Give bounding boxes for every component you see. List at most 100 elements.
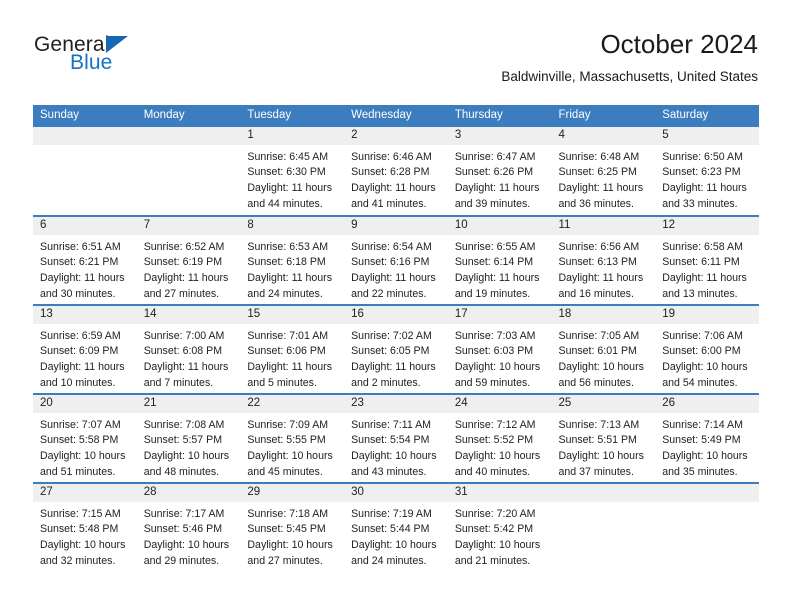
daylight-text-line2: and 21 minutes.: [454, 555, 531, 568]
day-details: Sunrise: 6:55 AM Sunset: 6:14 PM Daylight:…: [448, 235, 552, 304]
calendar-day-cell[interactable]: 21 Sunrise: 7:08 AM Sunset: 5:57 PM Dayligh…: [136, 392, 241, 483]
day-details: Sunrise: 6:45 AM Sunset: 6:30 PM Daylight:…: [240, 145, 344, 214]
day-cell-inner: 3 Sunrise: 6:47 AM Sunset: 6:26 PM Daylight…: [447, 126, 552, 215]
calendar-day-cell[interactable]: [33, 126, 137, 216]
sunset-text: Sunset: 5:44 PM: [351, 523, 430, 536]
sunset-text: Sunset: 6:21 PM: [40, 256, 119, 269]
calendar-day-cell[interactable]: 29 Sunrise: 7:18 AM Sunset: 5:45 PM Dayligh…: [240, 481, 345, 572]
calendar-day-cell[interactable]: [551, 481, 656, 572]
calendar-day-cell[interactable]: [136, 126, 241, 216]
calendar-day-cell[interactable]: 8 Sunrise: 6:53 AM Sunset: 6:18 PM Daylight…: [240, 214, 345, 305]
daylight-text-line1: Daylight: 11 hours: [351, 361, 436, 374]
day-number: 24: [447, 394, 552, 413]
daylight-text-line1: Daylight: 10 hours: [662, 361, 748, 374]
general-blue-logo[interactable]: General Blue: [34, 34, 129, 73]
calendar-day-cell[interactable]: 22 Sunrise: 7:09 AM Sunset: 5:55 PM Dayligh…: [240, 392, 345, 483]
sunset-text: Sunset: 6:03 PM: [454, 345, 534, 358]
calendar-day-cell[interactable]: 4 Sunrise: 6:48 AM Sunset: 6:25 PM Daylight…: [551, 126, 656, 216]
day-details: Sunrise: 6:48 AM Sunset: 6:25 PM Daylight:…: [552, 145, 656, 214]
daylight-text-line1: Daylight: 10 hours: [558, 361, 644, 374]
calendar-day-cell[interactable]: 14 Sunrise: 7:00 AM Sunset: 6:08 PM Dayligh…: [136, 303, 241, 394]
calendar-day-cell[interactable]: 9 Sunrise: 6:54 AM Sunset: 6:16 PM Daylight…: [344, 214, 448, 305]
calendar-day-cell[interactable]: 19 Sunrise: 7:06 AM Sunset: 6:00 PM Dayligh…: [655, 303, 759, 394]
day-cell-inner: 11 Sunrise: 6:56 AM Sunset: 6:13 PM Dayligh…: [551, 216, 656, 304]
day-details: Sunrise: 7:19 AM Sunset: 5:44 PM Daylight:…: [344, 502, 448, 571]
sunrise-text: Sunrise: 6:52 AM: [143, 240, 225, 253]
calendar-day-cell[interactable]: 25 Sunrise: 7:13 AM Sunset: 5:51 PM Dayligh…: [551, 392, 656, 483]
day-number: 9: [344, 216, 448, 235]
daylight-text-line2: and 10 minutes.: [40, 377, 116, 390]
calendar-day-cell[interactable]: 3 Sunrise: 6:47 AM Sunset: 6:26 PM Daylight…: [447, 126, 552, 216]
calendar-day-cell[interactable]: 31 Sunrise: 7:20 AM Sunset: 5:42 PM Dayligh…: [447, 481, 552, 572]
day-details: Sunrise: 7:02 AM Sunset: 6:05 PM Daylight:…: [344, 324, 448, 393]
calendar-day-cell[interactable]: 1 Sunrise: 6:45 AM Sunset: 6:30 PM Daylight…: [240, 126, 345, 216]
day-cell-inner: 12 Sunrise: 6:58 AM Sunset: 6:11 PM Dayligh…: [655, 216, 759, 304]
sunset-text: Sunset: 5:48 PM: [40, 523, 119, 536]
daylight-text-line1: Daylight: 10 hours: [247, 539, 333, 552]
calendar-day-cell[interactable]: 26 Sunrise: 7:14 AM Sunset: 5:49 PM Dayligh…: [655, 392, 759, 483]
calendar-day-cell[interactable]: 15 Sunrise: 7:01 AM Sunset: 6:06 PM Dayligh…: [240, 303, 345, 394]
day-number: [33, 126, 137, 145]
calendar-day-cell[interactable]: 18 Sunrise: 7:05 AM Sunset: 6:01 PM Dayligh…: [551, 303, 656, 394]
calendar-day-cell[interactable]: 2 Sunrise: 6:46 AM Sunset: 6:28 PM Daylight…: [344, 126, 448, 216]
sunset-text: Sunset: 5:54 PM: [351, 434, 430, 447]
sunrise-text: Sunrise: 6:58 AM: [662, 240, 743, 253]
calendar-week-row: 1 Sunrise: 6:45 AM Sunset: 6:30 PM Daylight…: [33, 126, 759, 216]
daylight-text-line1: Daylight: 11 hours: [247, 182, 333, 195]
calendar-day-cell[interactable]: 6 Sunrise: 6:51 AM Sunset: 6:21 PM Daylight…: [33, 214, 137, 305]
day-cell-inner: 10 Sunrise: 6:55 AM Sunset: 6:14 PM Dayligh…: [447, 216, 552, 304]
day-number: 31: [447, 483, 552, 502]
daylight-text-line2: and 45 minutes.: [247, 466, 323, 479]
calendar-day-cell[interactable]: 27 Sunrise: 7:15 AM Sunset: 5:48 PM Dayligh…: [33, 481, 137, 572]
calendar-day-cell[interactable]: 23 Sunrise: 7:11 AM Sunset: 5:54 PM Dayligh…: [344, 392, 448, 483]
daylight-text-line2: and 2 minutes.: [351, 377, 421, 390]
sunset-text: Sunset: 6:06 PM: [247, 345, 326, 358]
day-cell-inner: 23 Sunrise: 7:11 AM Sunset: 5:54 PM Dayligh…: [344, 394, 448, 482]
weekday-header-wednesday: Wednesday: [344, 105, 448, 127]
day-details: Sunrise: 6:51 AM Sunset: 6:21 PM Daylight:…: [33, 235, 137, 304]
day-details: Sunrise: 6:54 AM Sunset: 6:16 PM Daylight:…: [344, 235, 448, 304]
calendar-day-cell[interactable]: 12 Sunrise: 6:58 AM Sunset: 6:11 PM Dayligh…: [655, 214, 759, 305]
day-cell-inner: 29 Sunrise: 7:18 AM Sunset: 5:45 PM Dayligh…: [240, 483, 345, 572]
day-details: Sunrise: 6:50 AM Sunset: 6:23 PM Daylight:…: [655, 145, 759, 214]
daylight-text-line2: and 7 minutes.: [143, 377, 214, 390]
calendar-day-cell[interactable]: 7 Sunrise: 6:52 AM Sunset: 6:19 PM Daylight…: [136, 214, 241, 305]
day-details: Sunrise: 7:09 AM Sunset: 5:55 PM Daylight:…: [240, 413, 344, 482]
day-number: 16: [344, 305, 448, 324]
sunrise-text: Sunrise: 7:06 AM: [662, 329, 743, 342]
sunrise-text: Sunrise: 7:11 AM: [351, 418, 431, 431]
calendar-day-cell[interactable]: 24 Sunrise: 7:12 AM Sunset: 5:52 PM Dayligh…: [447, 392, 552, 483]
sunset-text: Sunset: 5:49 PM: [662, 434, 741, 447]
sunrise-text: Sunrise: 6:55 AM: [454, 240, 536, 253]
day-details: Sunrise: 7:18 AM Sunset: 5:45 PM Daylight:…: [240, 502, 344, 571]
page-subtitle: Baldwinville, Massachusetts, United Stat…: [501, 68, 758, 84]
day-number: 8: [240, 216, 345, 235]
daylight-text-line1: Daylight: 11 hours: [351, 182, 436, 195]
day-cell-inner: 7 Sunrise: 6:52 AM Sunset: 6:19 PM Daylight…: [136, 216, 241, 304]
daylight-text-line2: and 43 minutes.: [351, 466, 427, 479]
calendar-day-cell[interactable]: 20 Sunrise: 7:07 AM Sunset: 5:58 PM Dayligh…: [33, 392, 137, 483]
calendar-day-cell[interactable]: 13 Sunrise: 6:59 AM Sunset: 6:09 PM Dayligh…: [33, 303, 137, 394]
sunrise-text: Sunrise: 6:45 AM: [247, 150, 329, 163]
calendar-day-cell[interactable]: 11 Sunrise: 6:56 AM Sunset: 6:13 PM Dayligh…: [551, 214, 656, 305]
daylight-text-line1: Daylight: 11 hours: [247, 272, 333, 285]
calendar-day-cell[interactable]: [655, 481, 759, 572]
calendar-day-cell[interactable]: 30 Sunrise: 7:19 AM Sunset: 5:44 PM Dayligh…: [344, 481, 448, 572]
calendar-day-cell[interactable]: 28 Sunrise: 7:17 AM Sunset: 5:46 PM Dayligh…: [136, 481, 241, 572]
calendar-day-cell[interactable]: 17 Sunrise: 7:03 AM Sunset: 6:03 PM Dayligh…: [447, 303, 552, 394]
sunset-text: Sunset: 6:26 PM: [454, 166, 534, 179]
calendar-day-cell[interactable]: 16 Sunrise: 7:02 AM Sunset: 6:05 PM Dayligh…: [344, 303, 448, 394]
sunrise-text: Sunrise: 7:09 AM: [247, 418, 329, 431]
daylight-text-line2: and 54 minutes.: [662, 377, 738, 390]
daylight-text-line2: and 56 minutes.: [558, 377, 634, 390]
day-details: Sunrise: 7:12 AM Sunset: 5:52 PM Daylight:…: [448, 413, 552, 482]
sunset-text: Sunset: 5:45 PM: [247, 523, 326, 536]
day-number: 19: [655, 305, 759, 324]
sunset-text: Sunset: 6:28 PM: [351, 166, 430, 179]
calendar-day-cell[interactable]: 10 Sunrise: 6:55 AM Sunset: 6:14 PM Dayligh…: [447, 214, 552, 305]
day-cell-inner: 28 Sunrise: 7:17 AM Sunset: 5:46 PM Dayligh…: [136, 483, 241, 572]
calendar-day-cell[interactable]: 5 Sunrise: 6:50 AM Sunset: 6:23 PM Daylight…: [655, 126, 759, 216]
day-details: Sunrise: 7:15 AM Sunset: 5:48 PM Daylight:…: [33, 502, 137, 571]
day-number: [551, 483, 656, 502]
day-details: Sunrise: 7:00 AM Sunset: 6:08 PM Daylight:…: [137, 324, 241, 393]
